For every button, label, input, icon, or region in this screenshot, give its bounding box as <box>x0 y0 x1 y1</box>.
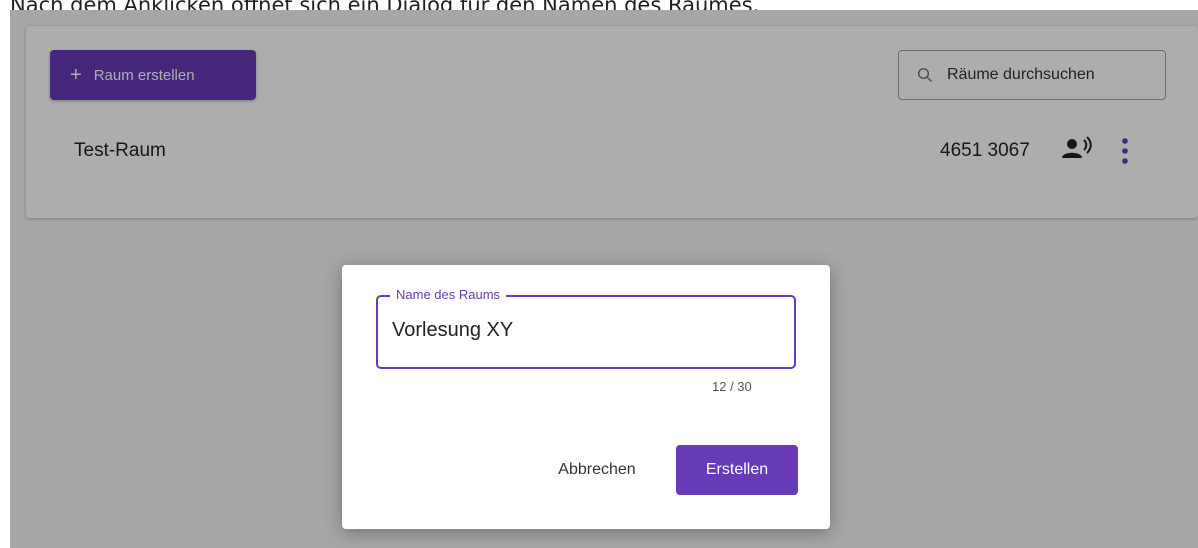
create-room-dialog: Name des Raums Vorlesung XY 12 / 30 Abbr… <box>342 265 830 529</box>
room-name-input[interactable]: Vorlesung XY <box>392 319 513 342</box>
room-name-field[interactable]: Name des Raums Vorlesung XY <box>376 287 796 369</box>
cancel-button[interactable]: Abbrechen <box>538 445 656 495</box>
room-name-label: Name des Raums <box>390 287 507 302</box>
character-counter: 12 / 30 <box>712 379 752 394</box>
create-button[interactable]: Erstellen <box>676 445 798 495</box>
app-area: + Raum erstellen Räume durchsuchen Test-… <box>10 10 1198 548</box>
